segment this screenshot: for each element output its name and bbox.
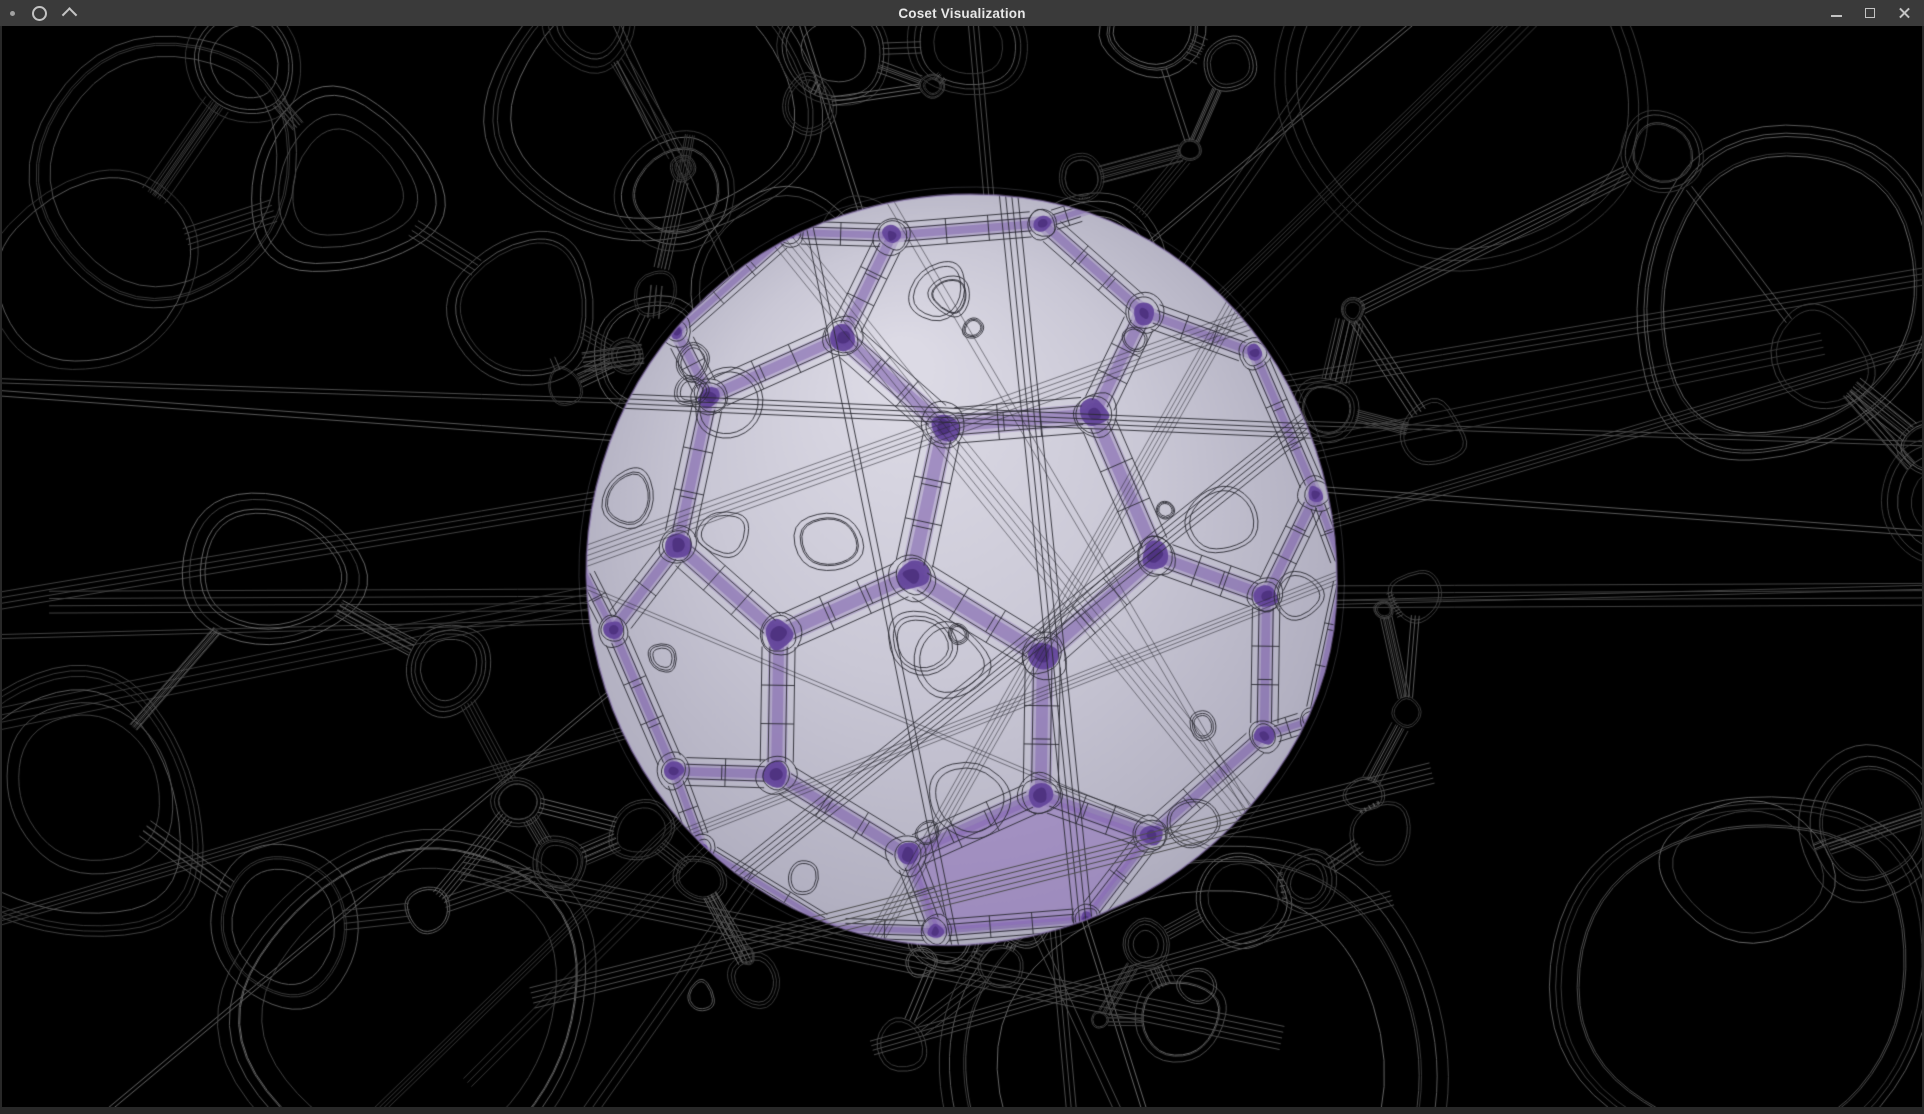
- maximize-icon: [1865, 8, 1875, 18]
- maximize-button[interactable]: [1862, 5, 1878, 21]
- app-window: Coset Visualization: [0, 0, 1924, 1114]
- minimize-icon: [1831, 15, 1842, 17]
- titlebar: Coset Visualization: [0, 0, 1924, 26]
- minimize-button[interactable]: [1828, 5, 1844, 21]
- window-title: Coset Visualization: [0, 6, 1924, 21]
- window-frame-bottom: [0, 1107, 1924, 1114]
- window-controls: [1828, 0, 1912, 26]
- visualization-canvas[interactable]: [2, 26, 1922, 1107]
- close-icon: [1898, 7, 1911, 20]
- close-button[interactable]: [1896, 5, 1912, 21]
- viewport: [0, 26, 1924, 1107]
